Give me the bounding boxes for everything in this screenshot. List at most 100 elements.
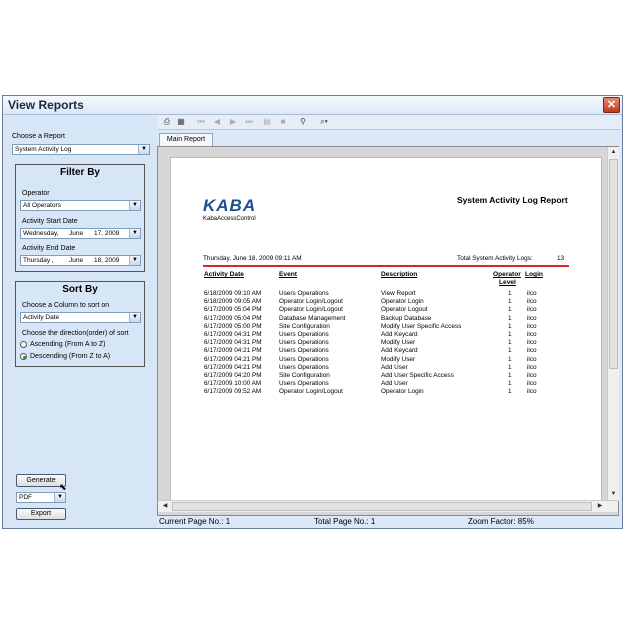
row-event-cell: Site Configuration (279, 322, 330, 330)
ascending-radio[interactable] (20, 341, 27, 348)
last-page-icon[interactable]: ⏭ (244, 117, 254, 127)
scroll-down-icon[interactable]: ▼ (608, 489, 619, 499)
report-title: System Activity Log Report (457, 195, 568, 205)
row-event-cell: Users Operations (279, 331, 329, 338)
previous-page-icon[interactable]: ◀ (212, 117, 222, 127)
row-login-cell: ilco (527, 339, 537, 347)
col-login: Login (525, 271, 543, 278)
col-activity-date: Activity Date (204, 271, 244, 278)
choose-report-label: Choose a Report (12, 133, 65, 140)
row-desc-cell: Modify User (381, 355, 416, 363)
chevron-down-icon: ▼ (138, 145, 149, 154)
descending-radio[interactable] (20, 353, 27, 360)
col-operator-level-line1: Operator (493, 271, 521, 278)
row-login-cell: ilco (527, 322, 537, 330)
row-date-cell: 6/17/2009 05:04 PM (204, 314, 262, 322)
total-logs-label: Total System Activity Logs: (457, 255, 533, 262)
scroll-left-icon[interactable]: ◀ (160, 501, 170, 511)
row-event-cell: Operator Login/Logout (279, 388, 343, 396)
next-page-icon[interactable]: ▶ (228, 117, 238, 127)
row-date-cell: 6/17/2009 09:52 AM (204, 388, 262, 396)
scroll-up-icon[interactable]: ▲ (608, 147, 619, 157)
row-level-cell: 1 (508, 372, 512, 379)
window-title: View Reports (8, 98, 84, 112)
row-date-cell: 6/17/2009 04:31 PM (204, 339, 262, 347)
end-date-month: June (69, 257, 84, 264)
end-date-picker[interactable]: Thursday , June 18, 2009 ▼ (20, 255, 141, 266)
vertical-scroll-thumb[interactable] (609, 159, 618, 369)
filter-by-title: Filter By (59, 167, 100, 178)
format-select[interactable]: PDF ▼ (16, 492, 66, 503)
row-login-cell: ilco (527, 314, 537, 322)
stop-icon[interactable]: ■ (278, 117, 288, 127)
row-date-cell: 6/17/2009 04:31 PM (204, 331, 262, 338)
start-date-date: 17, 2009 (94, 230, 120, 237)
vertical-scrollbar[interactable]: ▲ ▼ (607, 147, 619, 501)
operator-select[interactable]: All Operators ▼ (20, 200, 141, 211)
zoom-icon[interactable]: ⌕▾ (316, 117, 332, 127)
horizontal-scrollbar[interactable]: ◀ ▶ (158, 500, 618, 512)
end-date-label: Activity End Date (22, 245, 76, 252)
report-select[interactable]: System Activity Log ▼ (12, 144, 150, 155)
close-icon[interactable]: ✕ (603, 97, 620, 113)
row-desc-cell: Modify User Specific Access (381, 322, 462, 330)
goto-page-icon[interactable]: ▤ (262, 117, 272, 127)
filter-by-group: Filter By Operator All Operators ▼ Activ… (15, 164, 145, 272)
print-icon[interactable]: ⎙ (162, 117, 172, 127)
format-select-value: PDF (19, 494, 32, 501)
row-level-cell: 1 (508, 355, 512, 363)
horizontal-scroll-thumb[interactable] (172, 502, 592, 511)
end-date-day: Thursday , (23, 257, 54, 264)
scroll-right-icon[interactable]: ▶ (595, 501, 605, 511)
row-login-cell: ilco (527, 290, 537, 297)
report-select-value: System Activity Log (15, 146, 72, 153)
header-divider (203, 265, 569, 267)
search-icon[interactable]: ⚲ (298, 117, 308, 127)
row-level-cell: 1 (508, 339, 512, 347)
row-login-cell: ilco (527, 347, 537, 355)
export-button[interactable]: Export (16, 508, 66, 520)
start-date-label: Activity Start Date (22, 218, 78, 225)
row-event-cell: Users Operations (279, 355, 329, 363)
row-event-cell: Operator Login/Logout (279, 306, 343, 314)
col-description: Description (381, 271, 418, 278)
ascending-label: Ascending (From A to Z) (30, 341, 106, 348)
row-login-cell: ilco (527, 331, 537, 338)
row-desc-cell: Backup Database (381, 314, 432, 322)
row-level-cell: 1 (508, 331, 512, 338)
row-date-cell: 6/17/2009 04:21 PM (204, 363, 262, 371)
first-page-icon[interactable]: ⏮ (196, 117, 206, 127)
operator-label: Operator (22, 190, 50, 197)
row-event-cell: Database Management (279, 314, 346, 322)
kaba-logo: KABA (203, 196, 257, 215)
start-date-month: June (69, 230, 84, 237)
tab-main-report[interactable]: Main Report (159, 133, 213, 146)
row-desc-cell: Add User (381, 363, 408, 371)
sort-column-select[interactable]: Activity Date ▼ (20, 312, 141, 323)
row-level-cell: 1 (508, 363, 512, 371)
total-page-status: Total Page No.: 1 (314, 517, 376, 526)
start-date-picker[interactable]: Wednesday, June 17, 2009 ▼ (20, 228, 141, 239)
tree-toggle-icon[interactable]: ▦ (176, 117, 186, 127)
row-event-cell: Users Operations (279, 339, 329, 347)
col-operator-level-line2: Level (499, 279, 516, 286)
row-level-cell: 1 (508, 306, 512, 314)
row-login-cell: ilco (527, 363, 537, 371)
row-desc-cell: Operator Login (381, 298, 424, 306)
row-desc-cell: Add User Specific Access (381, 372, 454, 379)
sort-direction-label: Choose the direction(order) of sort (22, 330, 129, 337)
row-level-cell: 1 (508, 388, 512, 396)
col-event: Event (279, 271, 297, 278)
end-date-date: 18, 2009 (94, 257, 120, 264)
sort-column-label: Choose a Column to sort on (22, 302, 110, 309)
row-event-cell: Site Configuration (279, 372, 330, 379)
row-event-cell: Users Operations (279, 290, 329, 297)
row-login-cell: ilco (527, 380, 537, 388)
row-date-cell: 6/17/2009 04:20 PM (204, 372, 262, 379)
row-level-cell: 1 (508, 380, 512, 388)
row-login-cell: ilco (527, 298, 537, 306)
sort-column-value: Activity Date (23, 314, 60, 321)
row-event-cell: Users Operations (279, 347, 329, 355)
row-desc-cell: Operator Logout (381, 306, 428, 314)
row-date-cell: 6/17/2009 04:21 PM (204, 347, 262, 355)
